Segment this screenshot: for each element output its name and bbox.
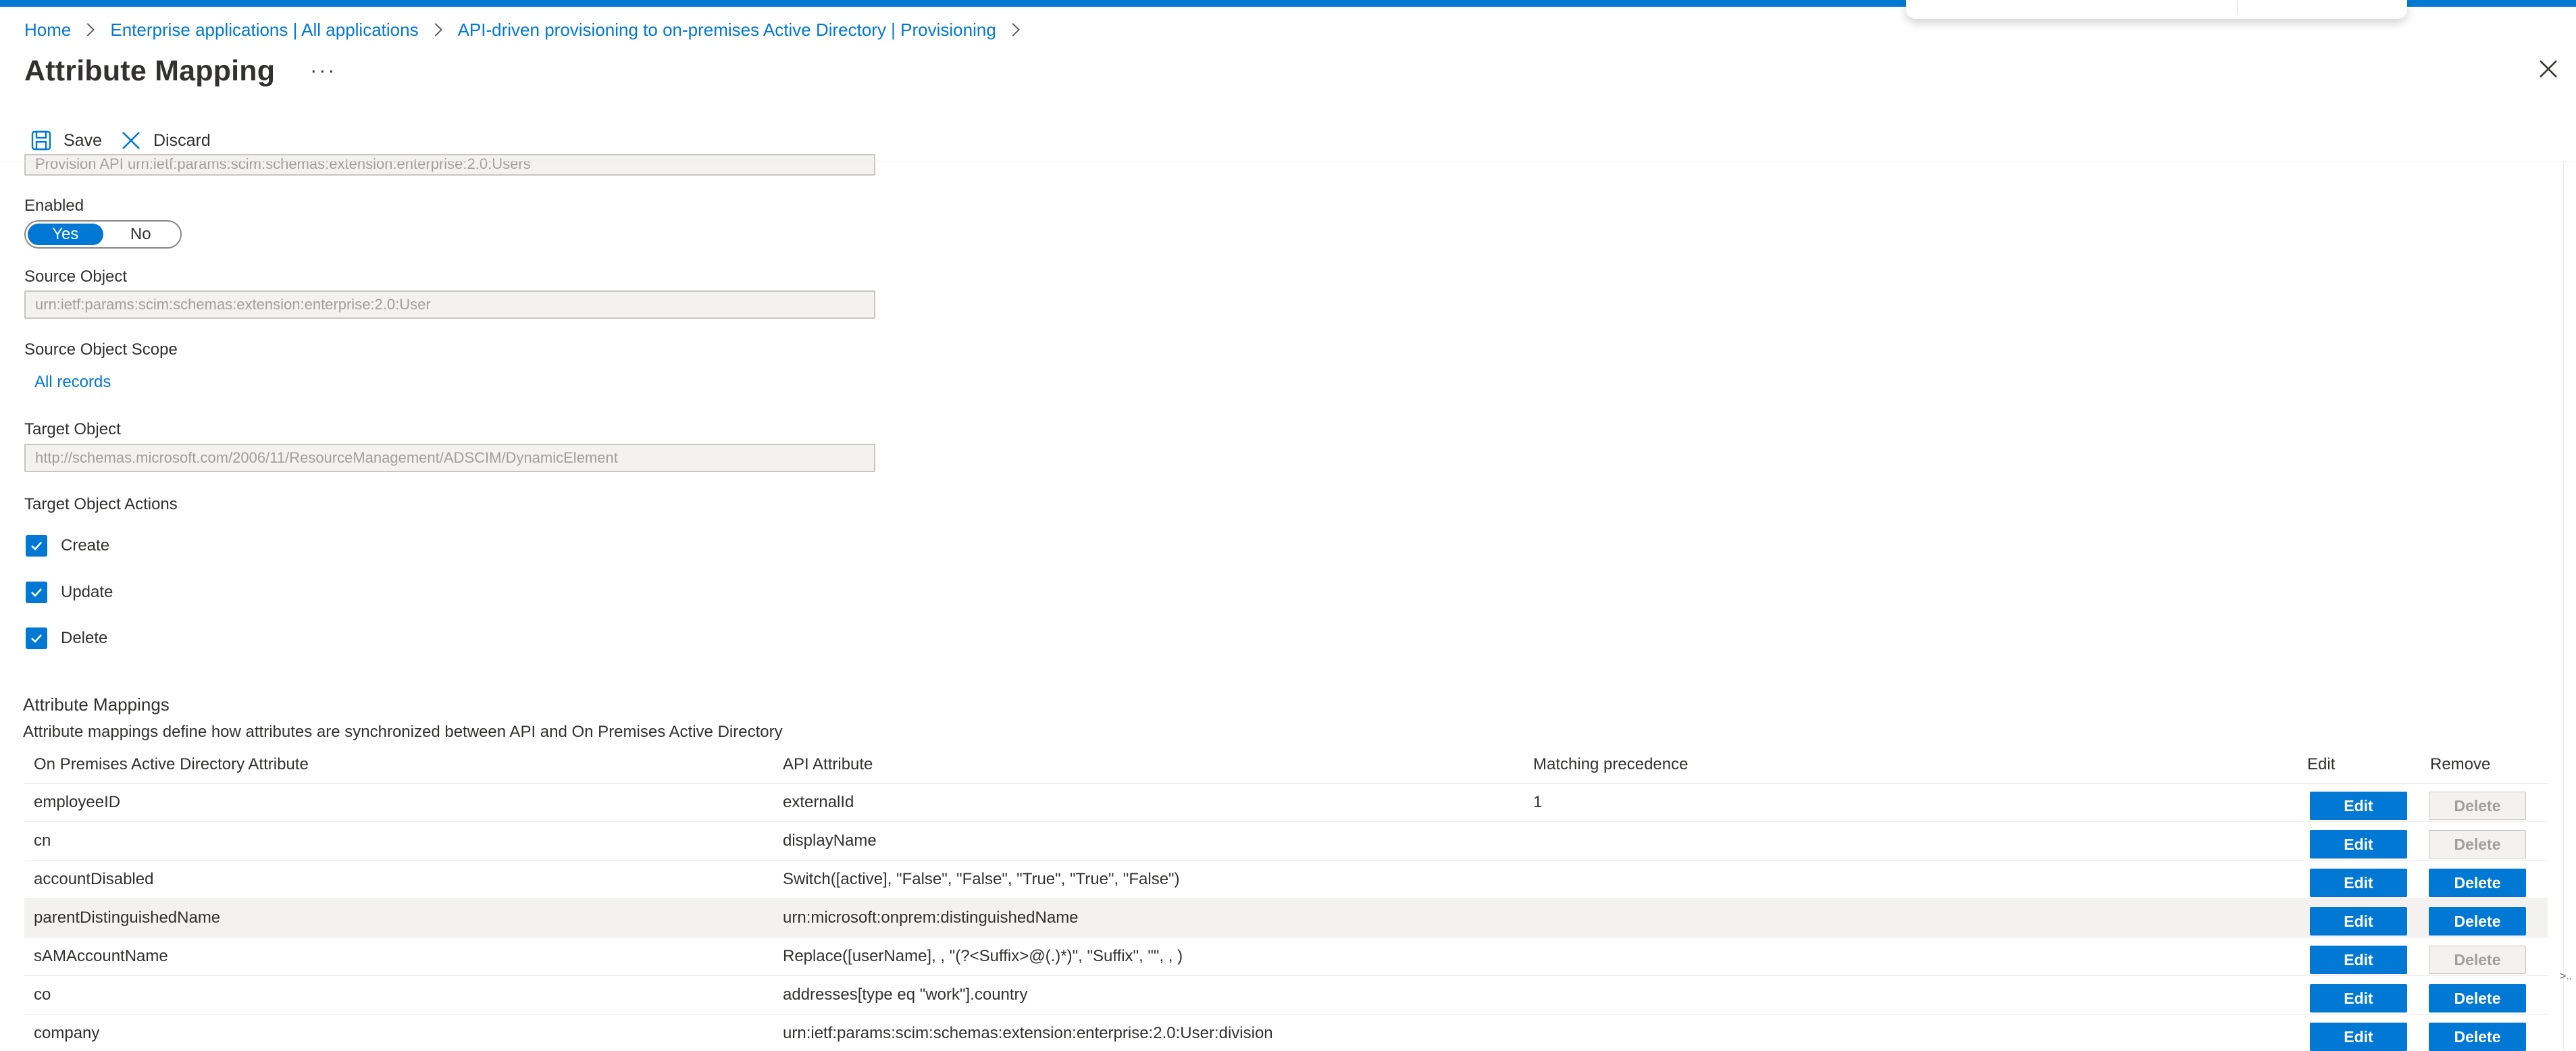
- table-row[interactable]: parentDistinguishedName urn:microsoft:on…: [24, 899, 2548, 938]
- column-header-remove: Remove: [2430, 754, 2491, 773]
- chevron-right-icon: [428, 23, 442, 36]
- source-attribute: displayName: [783, 831, 877, 850]
- edit-button[interactable]: Edit: [2310, 1023, 2407, 1051]
- table-header: On Premises Active Directory Attribute A…: [24, 746, 2548, 784]
- source-object-field: urn:ietf:params:scim:schemas:extension:e…: [24, 290, 875, 319]
- page-title: Attribute Mapping: [24, 54, 276, 87]
- edit-button[interactable]: Edit: [2310, 984, 2407, 1012]
- discard-icon: [122, 132, 140, 149]
- column-header-edit: Edit: [2307, 754, 2336, 773]
- discard-button[interactable]: Discard: [121, 130, 211, 151]
- all-records-link[interactable]: All records: [34, 373, 111, 392]
- discard-label: Discard: [153, 130, 211, 150]
- source-scope-label: Source Object Scope: [24, 340, 178, 359]
- delete-button[interactable]: Delete: [2429, 907, 2526, 935]
- source-attribute: externalId: [783, 793, 854, 811]
- source-attribute: addresses[type eq "work"].country: [783, 985, 1028, 1004]
- enabled-label: Enabled: [24, 197, 84, 215]
- name-field: Provision API urn:ietf:params:scim:schem…: [24, 154, 875, 176]
- edit-button[interactable]: Edit: [2310, 830, 2407, 858]
- table-row[interactable]: sAMAccountName Replace([userName], , "(?…: [24, 938, 2548, 976]
- target-attribute: company: [34, 1024, 100, 1042]
- mappings-table: On Premises Active Directory Attribute A…: [24, 746, 2548, 1051]
- target-attribute: employeeID: [34, 793, 121, 811]
- breadcrumb-enterprise-apps[interactable]: Enterprise applications | All applicatio…: [110, 20, 418, 41]
- target-object-label: Target Object: [24, 420, 121, 438]
- source-attribute: Switch([active], "False", "False", "True…: [783, 870, 1180, 888]
- delete-button-disabled: Delete: [2429, 792, 2526, 820]
- action-update[interactable]: Update: [26, 581, 113, 604]
- column-header-source: API Attribute: [783, 754, 873, 773]
- table-row[interactable]: cn displayName Edit Delete: [24, 822, 2548, 861]
- target-attribute: cn: [34, 831, 51, 850]
- source-object-label: Source Object: [24, 267, 128, 286]
- breadcrumb: Home Enterprise applications | All appli…: [24, 16, 1035, 43]
- mappings-description: Attribute mappings define how attributes…: [23, 723, 783, 741]
- chevron-right-icon: [1006, 23, 1020, 36]
- target-actions-label: Target Object Actions: [24, 495, 178, 513]
- source-attribute: urn:ietf:params:scim:schemas:extension:e…: [783, 1024, 1273, 1042]
- save-button[interactable]: Save: [31, 130, 102, 151]
- source-attribute: Replace([userName], , "(?<Suffix>@(.)*)"…: [783, 947, 1183, 965]
- popup-divider: [2237, 0, 2238, 14]
- save-icon: [31, 130, 51, 151]
- action-create-label: Create: [61, 536, 110, 555]
- scrollbar-track[interactable]: [2563, 162, 2564, 1051]
- target-attribute: parentDistinguishedName: [34, 908, 221, 927]
- target-attribute: co: [34, 985, 51, 1004]
- checkbox-checked-icon[interactable]: [26, 627, 47, 649]
- toggle-option-no[interactable]: No: [103, 224, 179, 245]
- delete-button[interactable]: Delete: [2429, 984, 2526, 1012]
- more-options-icon[interactable]: ···: [310, 59, 336, 82]
- source-attribute: urn:microsoft:onprem:distinguishedName: [783, 908, 1079, 927]
- target-attribute: sAMAccountName: [34, 947, 168, 965]
- column-header-precedence: Matching precedence: [1533, 754, 1689, 773]
- table-row[interactable]: co addresses[type eq "work"].country Edi…: [24, 976, 2548, 1015]
- command-bar: Save Discard: [31, 126, 230, 155]
- checkbox-checked-icon[interactable]: [26, 582, 47, 603]
- edit-button[interactable]: Edit: [2310, 946, 2407, 974]
- delete-button[interactable]: Delete: [2429, 1023, 2526, 1051]
- table-row[interactable]: employeeID externalId 1 Edit Delete: [24, 784, 2548, 822]
- enabled-toggle[interactable]: Yes No: [24, 220, 182, 249]
- target-attribute: accountDisabled: [34, 870, 154, 888]
- delete-button[interactable]: Delete: [2429, 869, 2526, 897]
- edit-button[interactable]: Edit: [2310, 907, 2407, 935]
- checkbox-checked-icon[interactable]: [26, 535, 47, 557]
- breadcrumb-home[interactable]: Home: [24, 20, 71, 41]
- notification-popup: [1906, 0, 2407, 19]
- action-delete[interactable]: Delete: [26, 627, 107, 650]
- panel-expand-icon[interactable]: >..: [2560, 971, 2572, 983]
- action-create[interactable]: Create: [26, 534, 109, 557]
- chevron-right-icon: [81, 23, 95, 36]
- delete-button-disabled: Delete: [2429, 830, 2526, 858]
- column-header-target: On Premises Active Directory Attribute: [34, 754, 309, 773]
- page-header: Attribute Mapping ···: [24, 49, 336, 93]
- edit-button[interactable]: Edit: [2310, 869, 2407, 897]
- close-icon[interactable]: [2538, 58, 2559, 80]
- action-delete-label: Delete: [61, 629, 108, 647]
- table-row[interactable]: company urn:ietf:params:scim:schemas:ext…: [24, 1015, 2548, 1051]
- save-label: Save: [63, 130, 102, 150]
- matching-precedence: 1: [1533, 793, 1543, 811]
- mappings-title: Attribute Mappings: [23, 694, 170, 715]
- table-row[interactable]: accountDisabled Switch([active], "False"…: [24, 861, 2548, 899]
- delete-button-disabled: Delete: [2429, 946, 2526, 974]
- edit-button[interactable]: Edit: [2310, 792, 2407, 820]
- toggle-option-yes[interactable]: Yes: [28, 224, 103, 245]
- action-update-label: Update: [61, 583, 113, 601]
- breadcrumb-provisioning[interactable]: API-driven provisioning to on-premises A…: [458, 20, 996, 41]
- target-object-field: http://schemas.microsoft.com/2006/11/Res…: [24, 444, 875, 472]
